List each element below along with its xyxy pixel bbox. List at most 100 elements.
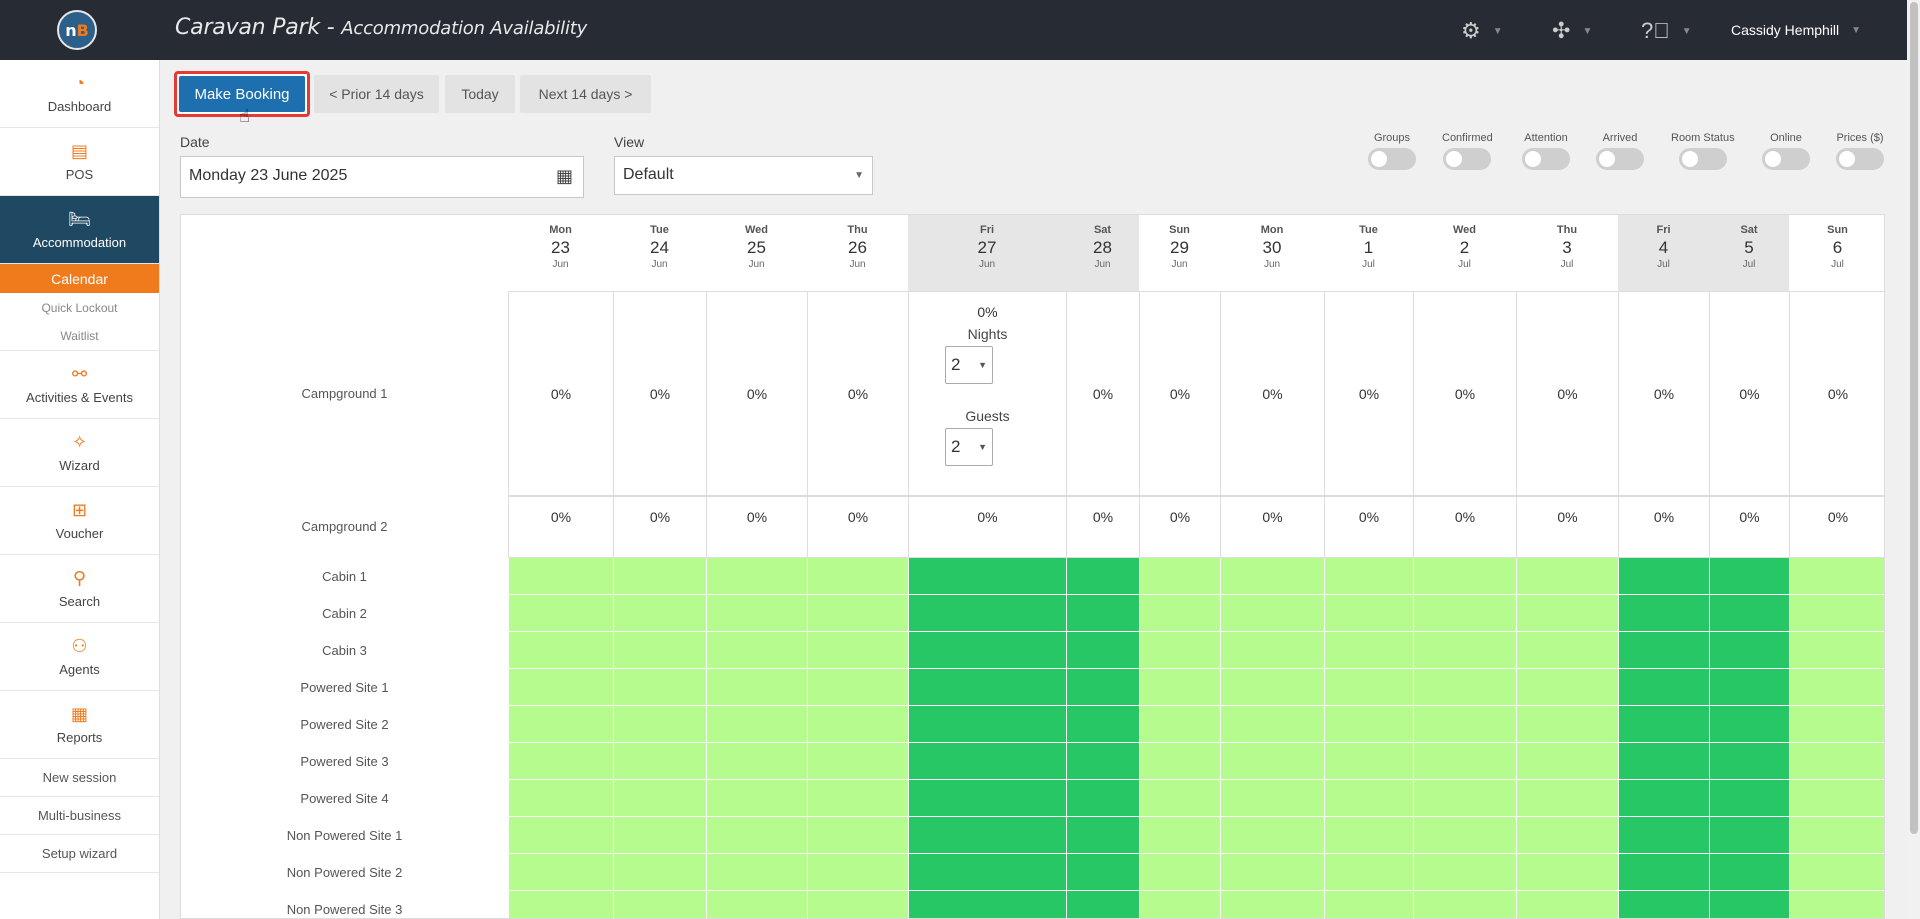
occupancy-cell[interactable]: 0% bbox=[1220, 496, 1324, 558]
occupancy-cell[interactable]: 0% bbox=[1789, 496, 1884, 558]
sidebar-link-multi-business[interactable]: Multi-business bbox=[0, 797, 159, 835]
occupancy-cell[interactable]: 0% bbox=[613, 291, 706, 496]
availability-cell[interactable] bbox=[613, 817, 706, 854]
occupancy-cell[interactable]: 0% Nights 2 ▼ Guests 2 ▼ bbox=[908, 291, 1066, 496]
occupancy-cell[interactable]: 0% bbox=[1789, 291, 1884, 496]
availability-cell[interactable] bbox=[908, 780, 1066, 817]
sidebar-item-accommodation[interactable]: 🛏 Accommodation bbox=[0, 196, 159, 264]
availability-cell[interactable] bbox=[613, 891, 706, 918]
availability-cell[interactable] bbox=[1220, 632, 1324, 669]
app-logo[interactable]: nB bbox=[57, 10, 97, 50]
availability-cell[interactable] bbox=[1789, 891, 1884, 918]
occupancy-cell[interactable]: 0% bbox=[1709, 291, 1789, 496]
availability-cell[interactable] bbox=[706, 743, 807, 780]
availability-cell[interactable] bbox=[706, 780, 807, 817]
availability-cell[interactable] bbox=[1220, 558, 1324, 595]
availability-cell[interactable] bbox=[613, 780, 706, 817]
availability-cell[interactable] bbox=[1516, 706, 1618, 743]
availability-cell[interactable] bbox=[613, 854, 706, 891]
availability-cell[interactable] bbox=[1618, 780, 1709, 817]
occupancy-cell[interactable]: 0% bbox=[1516, 496, 1618, 558]
availability-cell[interactable] bbox=[1516, 669, 1618, 706]
availability-cell[interactable] bbox=[1220, 891, 1324, 918]
sidebar-link-new-session[interactable]: New session bbox=[0, 759, 159, 797]
availability-cell[interactable] bbox=[1709, 743, 1789, 780]
availability-cell[interactable] bbox=[1618, 854, 1709, 891]
availability-cell[interactable] bbox=[908, 632, 1066, 669]
availability-cell[interactable] bbox=[908, 743, 1066, 780]
occupancy-cell[interactable]: 0% bbox=[1413, 496, 1516, 558]
availability-cell[interactable] bbox=[1516, 817, 1618, 854]
availability-cell[interactable] bbox=[1139, 854, 1220, 891]
availability-cell[interactable] bbox=[1516, 595, 1618, 632]
availability-cell[interactable] bbox=[1618, 817, 1709, 854]
availability-cell[interactable] bbox=[908, 706, 1066, 743]
availability-cell[interactable] bbox=[1709, 632, 1789, 669]
availability-cell[interactable] bbox=[1066, 558, 1139, 595]
occupancy-cell[interactable]: 0% bbox=[1139, 496, 1220, 558]
availability-cell[interactable] bbox=[1789, 706, 1884, 743]
availability-cell[interactable] bbox=[613, 743, 706, 780]
availability-cell[interactable] bbox=[807, 706, 908, 743]
occupancy-cell[interactable]: 0% bbox=[1618, 291, 1709, 496]
availability-cell[interactable] bbox=[1789, 558, 1884, 595]
availability-cell[interactable] bbox=[1139, 891, 1220, 918]
availability-cell[interactable] bbox=[1220, 743, 1324, 780]
availability-cell[interactable] bbox=[1324, 669, 1413, 706]
availability-cell[interactable] bbox=[1709, 558, 1789, 595]
availability-cell[interactable] bbox=[1618, 743, 1709, 780]
availability-cell[interactable] bbox=[1139, 669, 1220, 706]
date-field[interactable]: Monday 23 June 2025 ▦ bbox=[180, 156, 584, 198]
availability-cell[interactable] bbox=[908, 891, 1066, 918]
availability-cell[interactable] bbox=[908, 595, 1066, 632]
occupancy-cell[interactable]: 0% bbox=[1066, 291, 1139, 496]
availability-cell[interactable] bbox=[1413, 780, 1516, 817]
sidebar-subitem-quick-lockout[interactable]: Quick Lockout bbox=[0, 293, 159, 322]
availability-cell[interactable] bbox=[807, 558, 908, 595]
availability-cell[interactable] bbox=[908, 854, 1066, 891]
availability-cell[interactable] bbox=[706, 595, 807, 632]
occupancy-cell[interactable]: 0% bbox=[1220, 291, 1324, 496]
availability-cell[interactable] bbox=[1139, 595, 1220, 632]
availability-cell[interactable] bbox=[1709, 891, 1789, 918]
availability-cell[interactable] bbox=[1709, 669, 1789, 706]
availability-cell[interactable] bbox=[807, 854, 908, 891]
availability-cell[interactable] bbox=[1066, 595, 1139, 632]
toggle-switch[interactable] bbox=[1522, 148, 1570, 170]
sidebar-item-wizard[interactable]: ✧ Wizard bbox=[0, 419, 159, 487]
toggle-confirmed[interactable]: Confirmed bbox=[1442, 132, 1493, 170]
tools-menu[interactable]: ✣ ▼ bbox=[1552, 17, 1592, 45]
calendar-icon[interactable]: ▦ bbox=[556, 166, 573, 187]
toggle-arrived[interactable]: Arrived bbox=[1596, 132, 1644, 170]
today-button[interactable]: Today bbox=[445, 75, 515, 113]
availability-cell[interactable] bbox=[1709, 706, 1789, 743]
toggle-attention[interactable]: Attention bbox=[1522, 132, 1570, 170]
availability-cell[interactable] bbox=[613, 706, 706, 743]
availability-cell[interactable] bbox=[1066, 706, 1139, 743]
availability-cell[interactable] bbox=[1516, 891, 1618, 918]
availability-cell[interactable] bbox=[508, 632, 613, 669]
availability-cell[interactable] bbox=[1413, 669, 1516, 706]
toggle-switch[interactable] bbox=[1368, 148, 1416, 170]
occupancy-cell[interactable]: 0% bbox=[807, 291, 908, 496]
availability-cell[interactable] bbox=[807, 632, 908, 669]
availability-cell[interactable] bbox=[1139, 706, 1220, 743]
availability-cell[interactable] bbox=[807, 780, 908, 817]
sidebar-item-reports[interactable]: ▦ Reports bbox=[0, 691, 159, 759]
availability-cell[interactable] bbox=[1324, 780, 1413, 817]
availability-cell[interactable] bbox=[807, 891, 908, 918]
occupancy-cell[interactable]: 0% bbox=[508, 291, 613, 496]
availability-cell[interactable] bbox=[508, 891, 613, 918]
sidebar-subitem-calendar[interactable]: Calendar bbox=[0, 264, 159, 293]
toggle-switch[interactable] bbox=[1762, 148, 1810, 170]
sidebar-item-activities[interactable]: ⚯ Activities & Events bbox=[0, 351, 159, 419]
availability-cell[interactable] bbox=[1413, 743, 1516, 780]
availability-cell[interactable] bbox=[1066, 669, 1139, 706]
occupancy-cell[interactable]: 0% bbox=[1324, 496, 1413, 558]
availability-cell[interactable] bbox=[613, 558, 706, 595]
availability-cell[interactable] bbox=[1516, 780, 1618, 817]
availability-cell[interactable] bbox=[1413, 891, 1516, 918]
toggle-groups[interactable]: Groups bbox=[1368, 132, 1416, 170]
availability-cell[interactable] bbox=[1139, 780, 1220, 817]
availability-cell[interactable] bbox=[1789, 669, 1884, 706]
